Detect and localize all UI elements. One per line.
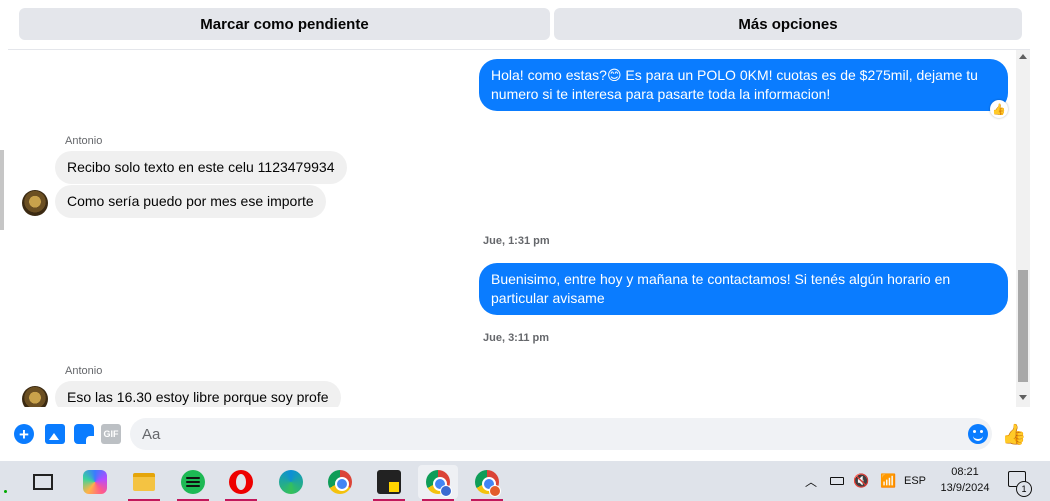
sticky-notes-icon: [377, 470, 401, 494]
emoji-icon[interactable]: [968, 424, 988, 444]
action-bar: Marcar como pendiente Más opciones: [8, 0, 1038, 50]
edge-icon: [279, 470, 303, 494]
spotify-button[interactable]: [173, 465, 213, 501]
mark-pending-button[interactable]: Marcar como pendiente: [19, 8, 550, 40]
sender-name: Antonio: [65, 135, 103, 147]
chevron-up-icon[interactable]: ︿: [805, 461, 817, 501]
file-explorer-button[interactable]: [124, 465, 164, 501]
message-input[interactable]: [130, 418, 992, 450]
clock-date: 13/9/2024: [940, 482, 990, 494]
sticky-notes-button[interactable]: [369, 465, 409, 501]
sender-name: Antonio: [65, 365, 103, 377]
task-view-icon: [33, 474, 53, 490]
resize-handle[interactable]: [0, 150, 4, 230]
scrollbar[interactable]: [1016, 50, 1030, 407]
speaker-muted-icon[interactable]: 🔇: [853, 461, 869, 501]
messenger-window: Marcar como pendiente Más opciones Hola!…: [0, 0, 1050, 461]
message-outgoing[interactable]: Hola! como estas?😊 Es para un POLO 0KM! …: [479, 59, 1008, 111]
chrome-icon: [328, 470, 352, 494]
copilot-icon: [83, 470, 107, 494]
gif-icon[interactable]: GIF: [101, 424, 121, 444]
message-incoming[interactable]: Eso las 16.30 estoy libre porque soy pro…: [55, 381, 341, 407]
clock[interactable]: 08:21 13/9/2024: [930, 464, 1000, 496]
edge-button[interactable]: [271, 465, 311, 499]
image-icon[interactable]: [45, 424, 65, 444]
message-outgoing[interactable]: Buenisimo, entre hoy y mañana te contact…: [479, 263, 1008, 315]
profile-badge: [489, 485, 501, 497]
message-incoming[interactable]: Como sería puedo por mes ese importe: [55, 185, 326, 218]
profile-badge: [440, 485, 452, 497]
folder-icon: [133, 473, 155, 491]
opera-icon: [229, 470, 253, 494]
task-view-button[interactable]: [23, 465, 63, 499]
language-indicator[interactable]: ESP: [904, 461, 926, 501]
chrome-profile-2-button[interactable]: [467, 465, 507, 501]
notification-count: 1: [1016, 481, 1032, 497]
wifi-icon[interactable]: 📶: [880, 461, 896, 501]
message-incoming[interactable]: Recibo solo texto en este celu 112347993…: [55, 151, 347, 184]
like-icon[interactable]: 👍: [1002, 423, 1027, 446]
avatar[interactable]: [22, 190, 48, 216]
plus-icon[interactable]: +: [14, 424, 34, 444]
scroll-up-arrow-icon[interactable]: [1019, 54, 1027, 59]
chrome-profile-button[interactable]: [418, 465, 458, 501]
copilot-button[interactable]: [75, 465, 115, 499]
battery-icon[interactable]: [830, 461, 844, 501]
taskbar: ︿ 🔇 📶 ESP 08:21 13/9/2024 1: [0, 461, 1050, 501]
left-edge: [0, 0, 8, 461]
right-edge: [1030, 0, 1050, 461]
scroll-down-arrow-icon[interactable]: [1019, 395, 1027, 400]
timestamp: Jue, 1:31 pm: [483, 235, 550, 247]
reaction-thumbs-up[interactable]: 👍: [990, 100, 1008, 118]
status-dot: [4, 490, 7, 493]
composer: + GIF 👍: [8, 413, 1038, 455]
chrome-button[interactable]: [320, 465, 360, 499]
avatar[interactable]: [22, 386, 48, 407]
more-options-button[interactable]: Más opciones: [554, 8, 1022, 40]
opera-button[interactable]: [221, 465, 261, 501]
clock-time: 08:21: [951, 466, 979, 478]
scroll-thumb[interactable]: [1018, 270, 1028, 382]
sticker-icon[interactable]: [74, 424, 94, 444]
timestamp: Jue, 3:11 pm: [483, 332, 550, 344]
spotify-icon: [181, 470, 205, 494]
message-list: Hola! como estas?😊 Es para un POLO 0KM! …: [8, 50, 1016, 407]
